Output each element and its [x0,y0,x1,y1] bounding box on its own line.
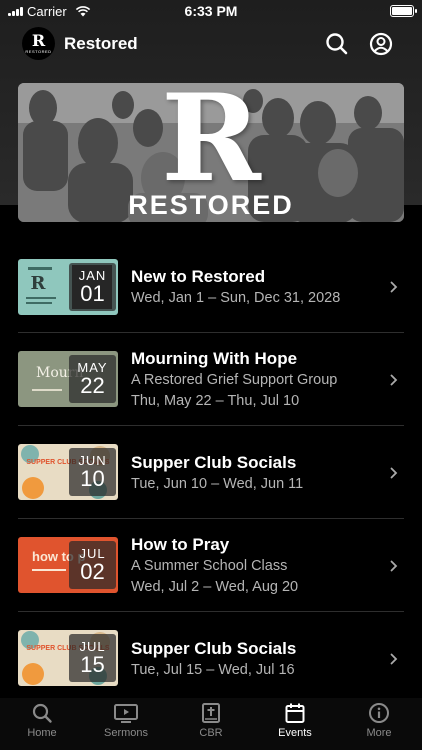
tab-cbr[interactable]: CBR [169,702,253,748]
event-row[interactable]: SUPPER CLUB SOCIALS JUL 15 Supper Club S… [0,612,422,705]
event-dates: Tue, Jul 15 – Wed, Jul 16 [131,662,295,678]
status-bar: Carrier 6:33 PM [0,0,422,22]
banner-logo-letter: R [161,83,261,209]
event-dates: Wed, Jan 1 – Sun, Dec 31, 2028 [131,290,341,306]
tab-label: More [366,727,392,739]
battery-icon [390,5,417,17]
event-info: How to Pray A Summer School Class Wed, J… [131,534,382,598]
event-subtitle: A Restored Grief Support Group [131,372,338,388]
event-row[interactable]: R JAN 01 New to Restored Wed, Jan 1 – Su… [0,240,422,333]
event-info: Supper Club Socials Tue, Jul 15 – Wed, J… [131,638,382,681]
event-thumbnail: SUPPER CLUB SOCIALS JUL 15 [18,630,118,686]
event-subtitle: A Summer School Class [131,558,288,574]
event-thumbnail: SUPPER CLUB SOCIALS JUN 10 [18,444,118,500]
event-title: Mourning With Hope [131,349,298,368]
event-info: Supper Club Socials Tue, Jun 10 – Wed, J… [131,452,382,495]
account-icon[interactable] [368,31,394,57]
event-date-badge: JUL 15 [69,634,116,682]
tab-home[interactable]: Home [0,702,84,748]
chevron-right-icon [390,374,398,386]
event-dates: Thu, May 22 – Thu, Jul 10 [131,393,300,409]
event-title: Supper Club Socials [131,639,297,658]
app-logo: R RESTORED [22,27,55,60]
event-info: New to Restored Wed, Jan 1 – Sun, Dec 31… [131,266,382,309]
event-thumbnail: how to p JUL 02 [18,537,118,593]
event-day: 15 [80,652,105,677]
event-date-badge: MAY 22 [69,355,116,403]
event-title: How to Pray [131,535,230,554]
tab-bar: Home Sermons CBR Events More [0,698,422,750]
event-dates: Tue, Jun 10 – Wed, Jun 11 [131,476,304,492]
chevron-right-icon [390,653,398,665]
tab-events[interactable]: Events [253,702,337,748]
event-date-badge: JUN 10 [69,448,116,496]
bible-icon [202,703,220,723]
hero-banner[interactable]: R RESTORED [18,83,404,222]
tab-label: Events [278,727,312,739]
app-header: R RESTORED Restored [0,26,422,62]
info-icon [369,703,389,723]
logo-letter: R [31,31,46,50]
search-icon[interactable] [324,31,350,57]
chevron-right-icon [390,281,398,293]
event-thumbnail: Mourn MAY 22 [18,351,118,407]
event-day: 01 [80,281,105,306]
play-screen-icon [114,704,138,723]
event-thumbnail: R JAN 01 [18,259,118,315]
app-title: Restored [64,34,138,53]
chevron-right-icon [390,560,398,572]
banner-wordmark: RESTORED [128,190,294,220]
svg-text:R: R [31,273,47,294]
search-icon [32,703,52,723]
event-row[interactable]: Mourn MAY 22 Mourning With Hope A Restor… [0,333,422,426]
event-info: Mourning With Hope A Restored Grief Supp… [131,348,382,412]
tab-label: Home [27,727,57,739]
event-date-badge: JAN 01 [69,263,116,311]
event-day: 22 [80,373,105,398]
event-dates: Wed, Jul 2 – Wed, Aug 20 [131,579,299,595]
event-title: Supper Club Socials [131,453,297,472]
tab-sermons[interactable]: Sermons [84,702,168,748]
clock: 6:33 PM [184,3,238,19]
logo-word: RESTORED [25,49,52,54]
chevron-right-icon [390,467,398,479]
event-row[interactable]: how to p JUL 02 How to Pray A Summer Sch… [0,519,422,612]
tab-label: CBR [199,727,223,739]
event-day: 10 [80,466,105,491]
event-row[interactable]: SUPPER CLUB SOCIALS JUN 10 Supper Club S… [0,426,422,519]
event-title: New to Restored [131,267,266,286]
event-date-badge: JUL 02 [69,541,116,589]
event-day: 02 [80,559,105,584]
tab-label: Sermons [103,727,149,739]
calendar-icon [285,703,305,723]
tab-more[interactable]: More [337,702,421,748]
